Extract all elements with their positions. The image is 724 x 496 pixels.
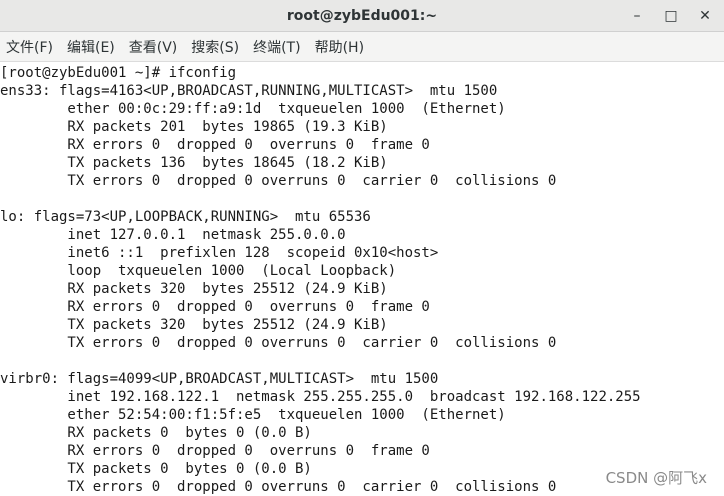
terminal-line: ens33: flags=4163<UP,BROADCAST,RUNNING,M… [0,83,498,99]
menu-bar: 文件(F) 编辑(E) 查看(V) 搜索(S) 终端(T) 帮助(H) [0,32,724,62]
terminal-line: RX errors 0 dropped 0 overruns 0 frame 0 [0,137,430,153]
terminal-line: [root@zybEdu001 ~]# ifconfig [0,65,237,81]
minimize-icon[interactable]: – [626,5,648,27]
terminal-output[interactable]: [root@zybEdu001 ~]# ifconfig ens33: flag… [0,62,724,496]
terminal-line: TX packets 0 bytes 0 (0.0 B) [0,461,312,477]
menu-view[interactable]: 查看(V) [123,37,186,57]
menu-edit[interactable]: 编辑(E) [61,37,123,57]
terminal-line: RX errors 0 dropped 0 overruns 0 frame 0 [0,443,430,459]
terminal-line: TX errors 0 dropped 0 overruns 0 carrier… [0,173,557,189]
terminal-line: RX packets 320 bytes 25512 (24.9 KiB) [0,281,388,297]
terminal-line: TX errors 0 dropped 0 overruns 0 carrier… [0,479,557,495]
terminal-line: TX packets 320 bytes 25512 (24.9 KiB) [0,317,388,333]
terminal-line: RX packets 0 bytes 0 (0.0 B) [0,425,312,441]
terminal-line: inet 127.0.0.1 netmask 255.0.0.0 [0,227,346,243]
terminal-line: ether 00:0c:29:ff:a9:1d txqueuelen 1000 … [0,101,506,117]
terminal-line: ether 52:54:00:f1:5f:e5 txqueuelen 1000 … [0,407,506,423]
terminal-line: TX packets 136 bytes 18645 (18.2 KiB) [0,155,388,171]
terminal-line: lo: flags=73<UP,LOOPBACK,RUNNING> mtu 65… [0,209,371,225]
maximize-icon[interactable]: □ [660,5,682,27]
menu-file[interactable]: 文件(F) [0,37,61,57]
terminal-line: virbr0: flags=4099<UP,BROADCAST,MULTICAS… [0,371,439,387]
terminal-line: RX errors 0 dropped 0 overruns 0 frame 0 [0,299,430,315]
terminal-line: RX packets 201 bytes 19865 (19.3 KiB) [0,119,388,135]
terminal-line: inet6 ::1 prefixlen 128 scopeid 0x10<hos… [0,245,439,261]
terminal-line: TX errors 0 dropped 0 overruns 0 carrier… [0,335,557,351]
terminal-line: loop txqueuelen 1000 (Local Loopback) [0,263,397,279]
terminal-line: inet 192.168.122.1 netmask 255.255.255.0… [0,389,641,405]
csdn-watermark: CSDN @阿飞x [602,467,710,488]
menu-search[interactable]: 搜索(S) [185,37,247,57]
menu-help[interactable]: 帮助(H) [309,37,372,57]
menu-terminal[interactable]: 终端(T) [247,37,308,57]
close-icon[interactable]: ✕ [694,5,716,27]
title-bar[interactable]: root@zybEdu001:~ – □ ✕ [0,0,724,32]
window-controls: – □ ✕ [614,0,716,32]
